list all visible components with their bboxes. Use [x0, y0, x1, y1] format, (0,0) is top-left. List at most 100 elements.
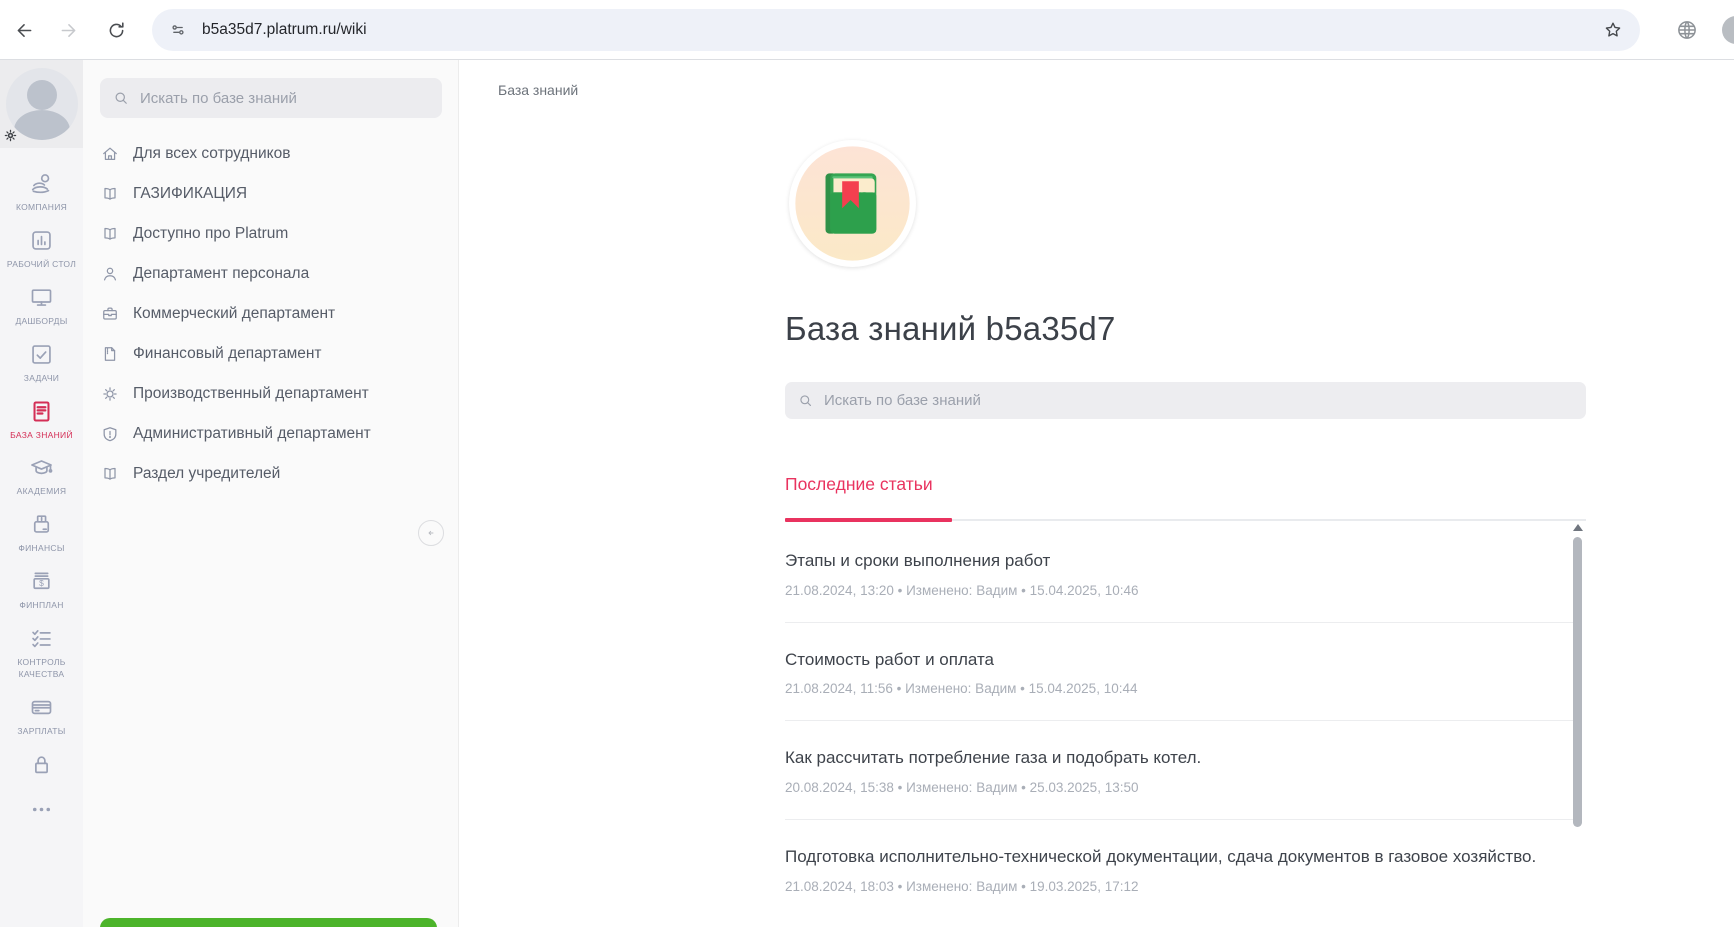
- main-search[interactable]: [785, 382, 1586, 419]
- rail-item-icon: [28, 568, 55, 595]
- bookmark-star-icon[interactable]: [1602, 19, 1624, 41]
- article-list-scrollbar[interactable]: [1572, 522, 1584, 927]
- rail-item[interactable]: ЗАДАЧИ: [0, 341, 83, 385]
- sidebar-item-icon: [100, 464, 120, 484]
- sidebar-item-icon: [100, 304, 120, 324]
- article-list-item[interactable]: Подготовка исполнительно-технической док…: [785, 820, 1575, 918]
- rail-item-icon: [28, 284, 55, 311]
- article-list-item[interactable]: Этапы и сроки выполнения работ 21.08.202…: [785, 524, 1575, 623]
- breadcrumb[interactable]: База знаний: [498, 82, 578, 98]
- sidebar-item-label: Раздел учредителей: [133, 465, 281, 482]
- sidebar-section-item[interactable]: Финансовый департамент: [100, 334, 442, 374]
- rail-item-label: ЗАРПЛАТЫ: [17, 725, 66, 736]
- main-search-input[interactable]: [824, 392, 1574, 409]
- settings-gear-icon[interactable]: [2, 127, 19, 144]
- sidebar-item-label: Производственный департамент: [133, 385, 369, 402]
- knowledge-base-badge-icon: [790, 141, 915, 266]
- article-title[interactable]: Как рассчитать потребление газа и подобр…: [785, 746, 1575, 771]
- sidebar-item-icon: [100, 144, 120, 164]
- site-settings-icon[interactable]: [168, 20, 188, 40]
- sidebar-section-list: Для всех сотрудников ГАЗИФИКАЦИЯ Доступн…: [100, 134, 442, 494]
- sidebar-section-item[interactable]: Раздел учредителей: [100, 454, 442, 494]
- tabs-row: Последние статьи: [785, 474, 1586, 522]
- browser-forward-button[interactable]: [52, 14, 84, 46]
- rail-item[interactable]: ЗАРПЛАТЫ: [0, 694, 83, 738]
- sidebar-item-icon: [100, 224, 120, 244]
- collapse-sidebar-button[interactable]: [418, 520, 444, 546]
- article-meta: 21.08.2024, 13:20 • Изменено: Вадим • 15…: [785, 582, 1139, 598]
- rail-item[interactable]: КОМПАНИЯ: [0, 170, 83, 214]
- sidebar-item-icon: [100, 384, 120, 404]
- tab-latest-articles[interactable]: Последние статьи: [785, 474, 933, 511]
- rail-item-icon: [28, 227, 55, 254]
- url-text[interactable]: b5a35d7.platrum.ru/wiki: [202, 21, 1602, 39]
- sidebar-item-icon: [100, 264, 120, 284]
- sidebar-section-item[interactable]: Административный департамент: [100, 414, 442, 454]
- user-avatar[interactable]: [0, 60, 83, 148]
- rail-item[interactable]: [0, 751, 83, 783]
- rail-item-icon: [28, 341, 55, 368]
- rail-item-icon: [28, 694, 55, 721]
- search-icon: [112, 89, 130, 107]
- sidebar-section-item[interactable]: Департамент персонала: [100, 254, 442, 294]
- sidebar-item-label: ГАЗИФИКАЦИЯ: [133, 185, 248, 202]
- browser-profile-avatar[interactable]: [1722, 16, 1734, 44]
- back-arrow-icon: [14, 20, 35, 41]
- platrum-wiki-screen: b5a35d7.platrum.ru/wiki КОМПАНИЯ РАБОЧИЙ…: [0, 0, 1734, 927]
- sidebar-section-item[interactable]: Коммерческий департамент: [100, 294, 442, 334]
- article-title[interactable]: Этапы и сроки выполнения работ: [785, 549, 1575, 574]
- rail-item-icon: [28, 796, 55, 823]
- rail-item-label: ФИНАНСЫ: [18, 543, 65, 554]
- reload-icon: [106, 20, 127, 41]
- sidebar-search[interactable]: [100, 78, 442, 118]
- app-shell: КОМПАНИЯ РАБОЧИЙ СТОЛ ДАШБОРДЫ ЗАДАЧИ БА…: [0, 60, 1734, 927]
- article-title[interactable]: Подготовка исполнительно-технической док…: [785, 845, 1575, 870]
- rail-item-label: РАБОЧИЙ СТОЛ: [6, 258, 77, 269]
- rail-item[interactable]: КОНТРОЛЬ КАЧЕСТВА: [0, 625, 83, 681]
- sidebar-section-item[interactable]: ГАЗИФИКАЦИЯ: [100, 174, 442, 214]
- article-list: Этапы и сроки выполнения работ 21.08.202…: [785, 524, 1575, 918]
- article-meta: 21.08.2024, 11:56 • Изменено: Вадим • 15…: [785, 681, 1138, 697]
- search-icon: [797, 392, 814, 409]
- rail-item-label: ДАШБОРДЫ: [15, 315, 68, 326]
- sidebar-item-label: Для всех сотрудников: [133, 145, 291, 162]
- address-bar[interactable]: b5a35d7.platrum.ru/wiki: [152, 9, 1640, 51]
- module-rail: КОМПАНИЯ РАБОЧИЙ СТОЛ ДАШБОРДЫ ЗАДАЧИ БА…: [0, 60, 83, 927]
- forward-arrow-icon: [58, 20, 79, 41]
- wiki-sidebar: Для всех сотрудников ГАЗИФИКАЦИЯ Доступн…: [83, 60, 459, 927]
- scroll-up-arrow-icon[interactable]: [1573, 524, 1583, 531]
- sidebar-item-label: Коммерческий департамент: [133, 305, 336, 322]
- article-list-item[interactable]: Стоимость работ и оплата 21.08.2024, 11:…: [785, 623, 1575, 722]
- rail-item-icon: [28, 625, 55, 652]
- rail-item[interactable]: ФИНПЛАН: [0, 568, 83, 612]
- rail-item-label: КОНТРОЛЬ КАЧЕСТВА: [17, 657, 66, 680]
- rail-item-icon: [28, 511, 55, 538]
- scrollbar-thumb[interactable]: [1573, 537, 1582, 827]
- rail-item[interactable]: БАЗА ЗНАНИЙ: [0, 398, 83, 442]
- rail-item-label: КОМПАНИЯ: [15, 202, 68, 212]
- sidebar-item-label: Финансовый департамент: [133, 345, 322, 362]
- sidebar-search-input[interactable]: [140, 89, 430, 107]
- sidebar-bottom-green-button[interactable]: [100, 918, 437, 927]
- browser-back-button[interactable]: [8, 14, 40, 46]
- rail-items: КОМПАНИЯ РАБОЧИЙ СТОЛ ДАШБОРДЫ ЗАДАЧИ БА…: [0, 148, 83, 841]
- globe-icon[interactable]: [1674, 17, 1700, 43]
- rail-item[interactable]: АКАДЕМИЯ: [0, 454, 83, 498]
- rail-item[interactable]: ДАШБОРДЫ: [0, 284, 83, 328]
- browser-reload-button[interactable]: [100, 14, 132, 46]
- rail-item-label: ЗАДАЧИ: [23, 372, 60, 383]
- sidebar-section-item[interactable]: Доступно про Platrum: [100, 214, 442, 254]
- sidebar-section-item[interactable]: Производственный департамент: [100, 374, 442, 414]
- rail-item-icon: [28, 170, 55, 197]
- sidebar-section-item[interactable]: Для всех сотрудников: [100, 134, 442, 174]
- arrow-left-circle-icon: [423, 525, 439, 541]
- rail-item[interactable]: ФИНАНСЫ: [0, 511, 83, 555]
- sidebar-item-icon: [100, 344, 120, 364]
- article-title[interactable]: Стоимость работ и оплата: [785, 648, 1575, 673]
- rail-item[interactable]: РАБОЧИЙ СТОЛ: [0, 227, 83, 271]
- sidebar-item-label: Департамент персонала: [133, 265, 310, 282]
- article-list-item[interactable]: Как рассчитать потребление газа и подобр…: [785, 721, 1575, 820]
- rail-item-label: АКАДЕМИЯ: [16, 486, 67, 497]
- browser-chrome: b5a35d7.platrum.ru/wiki: [0, 0, 1734, 60]
- rail-item[interactable]: [0, 796, 83, 828]
